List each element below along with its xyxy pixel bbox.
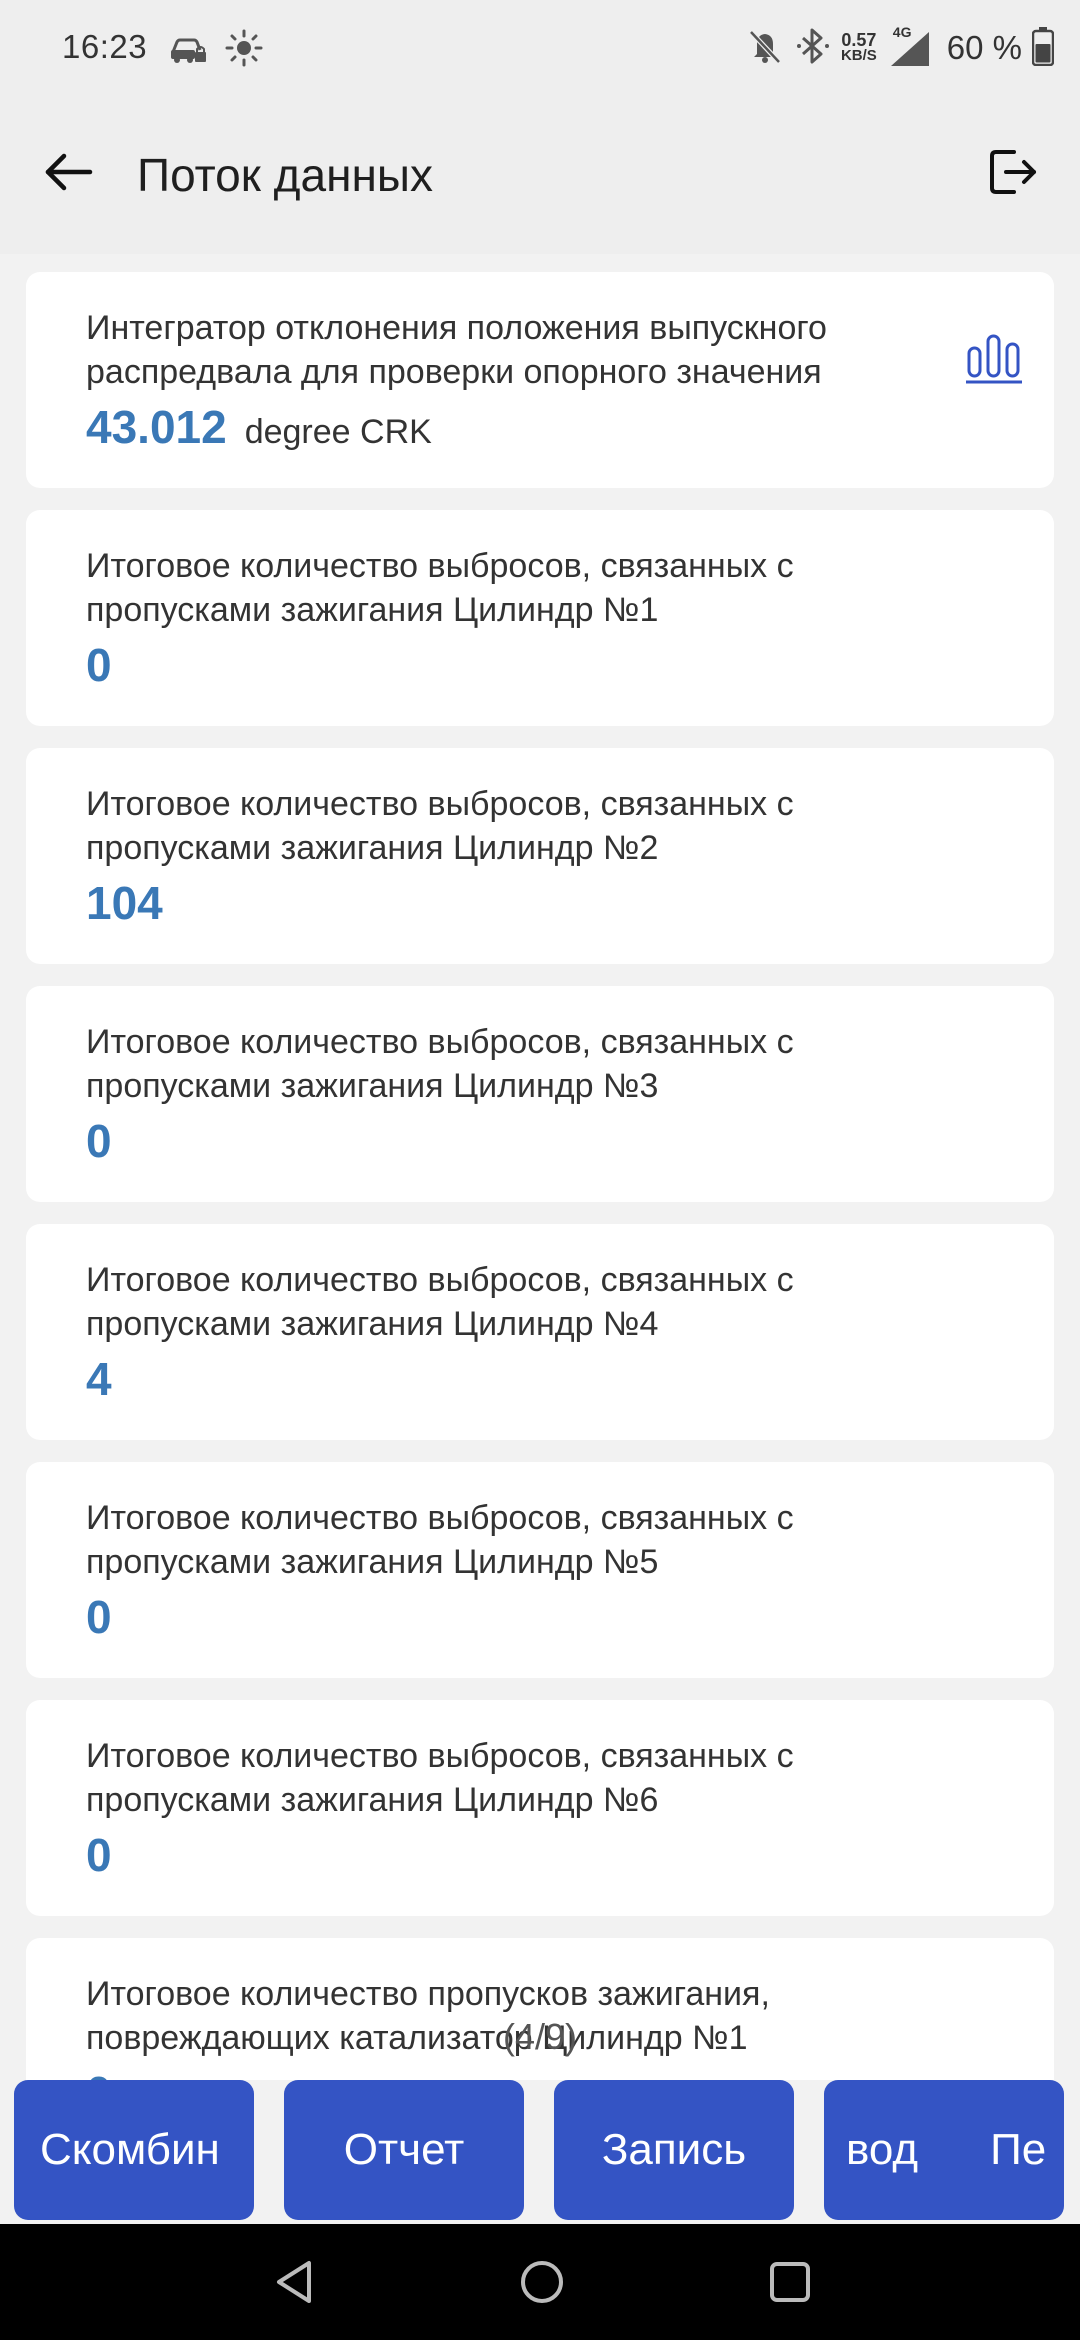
brightness-icon bbox=[224, 28, 264, 73]
input-button-label-part: вод bbox=[846, 2125, 919, 2174]
report-button-label: Отчет bbox=[343, 2125, 465, 2174]
notifications-off-icon bbox=[745, 26, 785, 71]
list-item[interactable]: Итоговое количество выбросов, связанных … bbox=[26, 1462, 1054, 1678]
parameter-name: Итоговое количество выбросов, связанных … bbox=[86, 1023, 794, 1105]
parameter-value-row: 0 bbox=[86, 1590, 112, 1644]
record-button[interactable]: Запись bbox=[554, 2080, 794, 2220]
page-title: Поток данных bbox=[137, 149, 433, 201]
status-bar: 16:23 0.57 KB/S 4G 60 % bbox=[0, 0, 1080, 96]
list-item[interactable]: Итоговое количество выбросов, связанных … bbox=[26, 510, 1054, 726]
parameter-name: Итоговое количество выбросов, связанных … bbox=[86, 1737, 794, 1819]
battery-icon bbox=[1031, 26, 1055, 71]
bluetooth-icon bbox=[795, 26, 831, 71]
signal-icon: 4G bbox=[887, 24, 933, 70]
back-button[interactable] bbox=[36, 140, 100, 204]
parameter-value-row: 4 bbox=[86, 1352, 112, 1406]
list-item[interactable]: Итоговое количество выбросов, связанных … bbox=[26, 1700, 1054, 1916]
arrow-left-icon bbox=[45, 153, 93, 191]
parameter-value-row: 43.012 degree CRK bbox=[86, 400, 432, 454]
list-item[interactable]: Итоговое количество выбросов, связанных … bbox=[26, 1224, 1054, 1440]
parameter-value-row: 0 bbox=[86, 638, 112, 692]
next-button-label-part: Пе bbox=[990, 2125, 1047, 2174]
combine-button-label: Скомбин bbox=[40, 2125, 220, 2174]
parameter-value: 104 bbox=[86, 877, 163, 929]
parameter-name: Итоговое количество выбросов, связанных … bbox=[86, 785, 794, 867]
parameter-value: 0 bbox=[86, 1591, 112, 1643]
network-speed-value: 0.57 bbox=[841, 30, 877, 50]
parameter-value: 0 bbox=[86, 1829, 112, 1881]
bar-chart-icon bbox=[966, 334, 1022, 384]
parameter-value-row: 0 bbox=[86, 2066, 112, 2080]
record-button-label: Запись bbox=[601, 2125, 747, 2174]
page-indicator: (4/9) bbox=[502, 2016, 578, 2057]
exit-button[interactable] bbox=[980, 140, 1044, 204]
app-bar: Поток данных bbox=[0, 96, 1080, 254]
parameter-value: 0 bbox=[86, 639, 112, 691]
list-item[interactable]: Итоговое количество выбросов, связанных … bbox=[26, 986, 1054, 1202]
system-nav-bar bbox=[0, 2224, 1080, 2340]
parameter-value: 43.012 bbox=[86, 401, 227, 453]
parameter-name: Итоговое количество выбросов, связанных … bbox=[86, 547, 794, 629]
square-recents-icon bbox=[770, 2262, 810, 2302]
triangle-back-icon bbox=[277, 2261, 311, 2303]
network-type: 4G bbox=[892, 24, 912, 40]
parameter-name: Интегратор отклонения положения выпускно… bbox=[86, 309, 827, 391]
nav-home-button[interactable] bbox=[512, 2252, 572, 2312]
status-time: 16:23 bbox=[62, 28, 148, 65]
nav-back-button[interactable] bbox=[266, 2252, 326, 2312]
parameter-value-row: 104 bbox=[86, 876, 163, 930]
parameter-value: 0 bbox=[86, 2066, 112, 2080]
parameter-value: 0 bbox=[86, 1115, 112, 1167]
parameter-value-row: 0 bbox=[86, 1114, 112, 1168]
list-item[interactable]: Итоговое количество выбросов, связанных … bbox=[26, 748, 1054, 964]
parameter-name: Итоговое количество выбросов, связанных … bbox=[86, 1499, 794, 1581]
parameter-value-row: 0 bbox=[86, 1828, 112, 1882]
combine-button[interactable]: Скомбин bbox=[14, 2080, 254, 2220]
nav-recents-button[interactable] bbox=[760, 2252, 820, 2312]
status-right-group: 0.57 KB/S 4G 60 % bbox=[745, 22, 1055, 74]
parameter-unit: degree CRK bbox=[244, 413, 432, 451]
report-button[interactable]: Отчет bbox=[284, 2080, 524, 2220]
logout-icon bbox=[990, 150, 1036, 194]
network-speed: 0.57 KB/S bbox=[840, 30, 877, 64]
list-item[interactable]: Интегратор отклонения положения выпускно… bbox=[26, 272, 1054, 488]
chart-button[interactable] bbox=[964, 326, 1024, 386]
bottom-toolbar[interactable]: Скомбин Отчет Запись вод Пе bbox=[0, 2080, 1080, 2224]
parameter-value: 4 bbox=[86, 1353, 112, 1405]
car-lock-icon bbox=[168, 28, 208, 73]
data-stream-list[interactable]: Интегратор отклонения положения выпускно… bbox=[26, 272, 1054, 2080]
input-next-button[interactable]: вод Пе bbox=[824, 2080, 1064, 2220]
list-item[interactable]: Итоговое количество пропусков зажигания,… bbox=[26, 1938, 1054, 2080]
circle-home-icon bbox=[521, 2261, 563, 2303]
parameter-name: Итоговое количество выбросов, связанных … bbox=[86, 1261, 794, 1343]
battery-percent: 60 % bbox=[946, 29, 1022, 66]
network-speed-unit: KB/S bbox=[840, 47, 877, 64]
